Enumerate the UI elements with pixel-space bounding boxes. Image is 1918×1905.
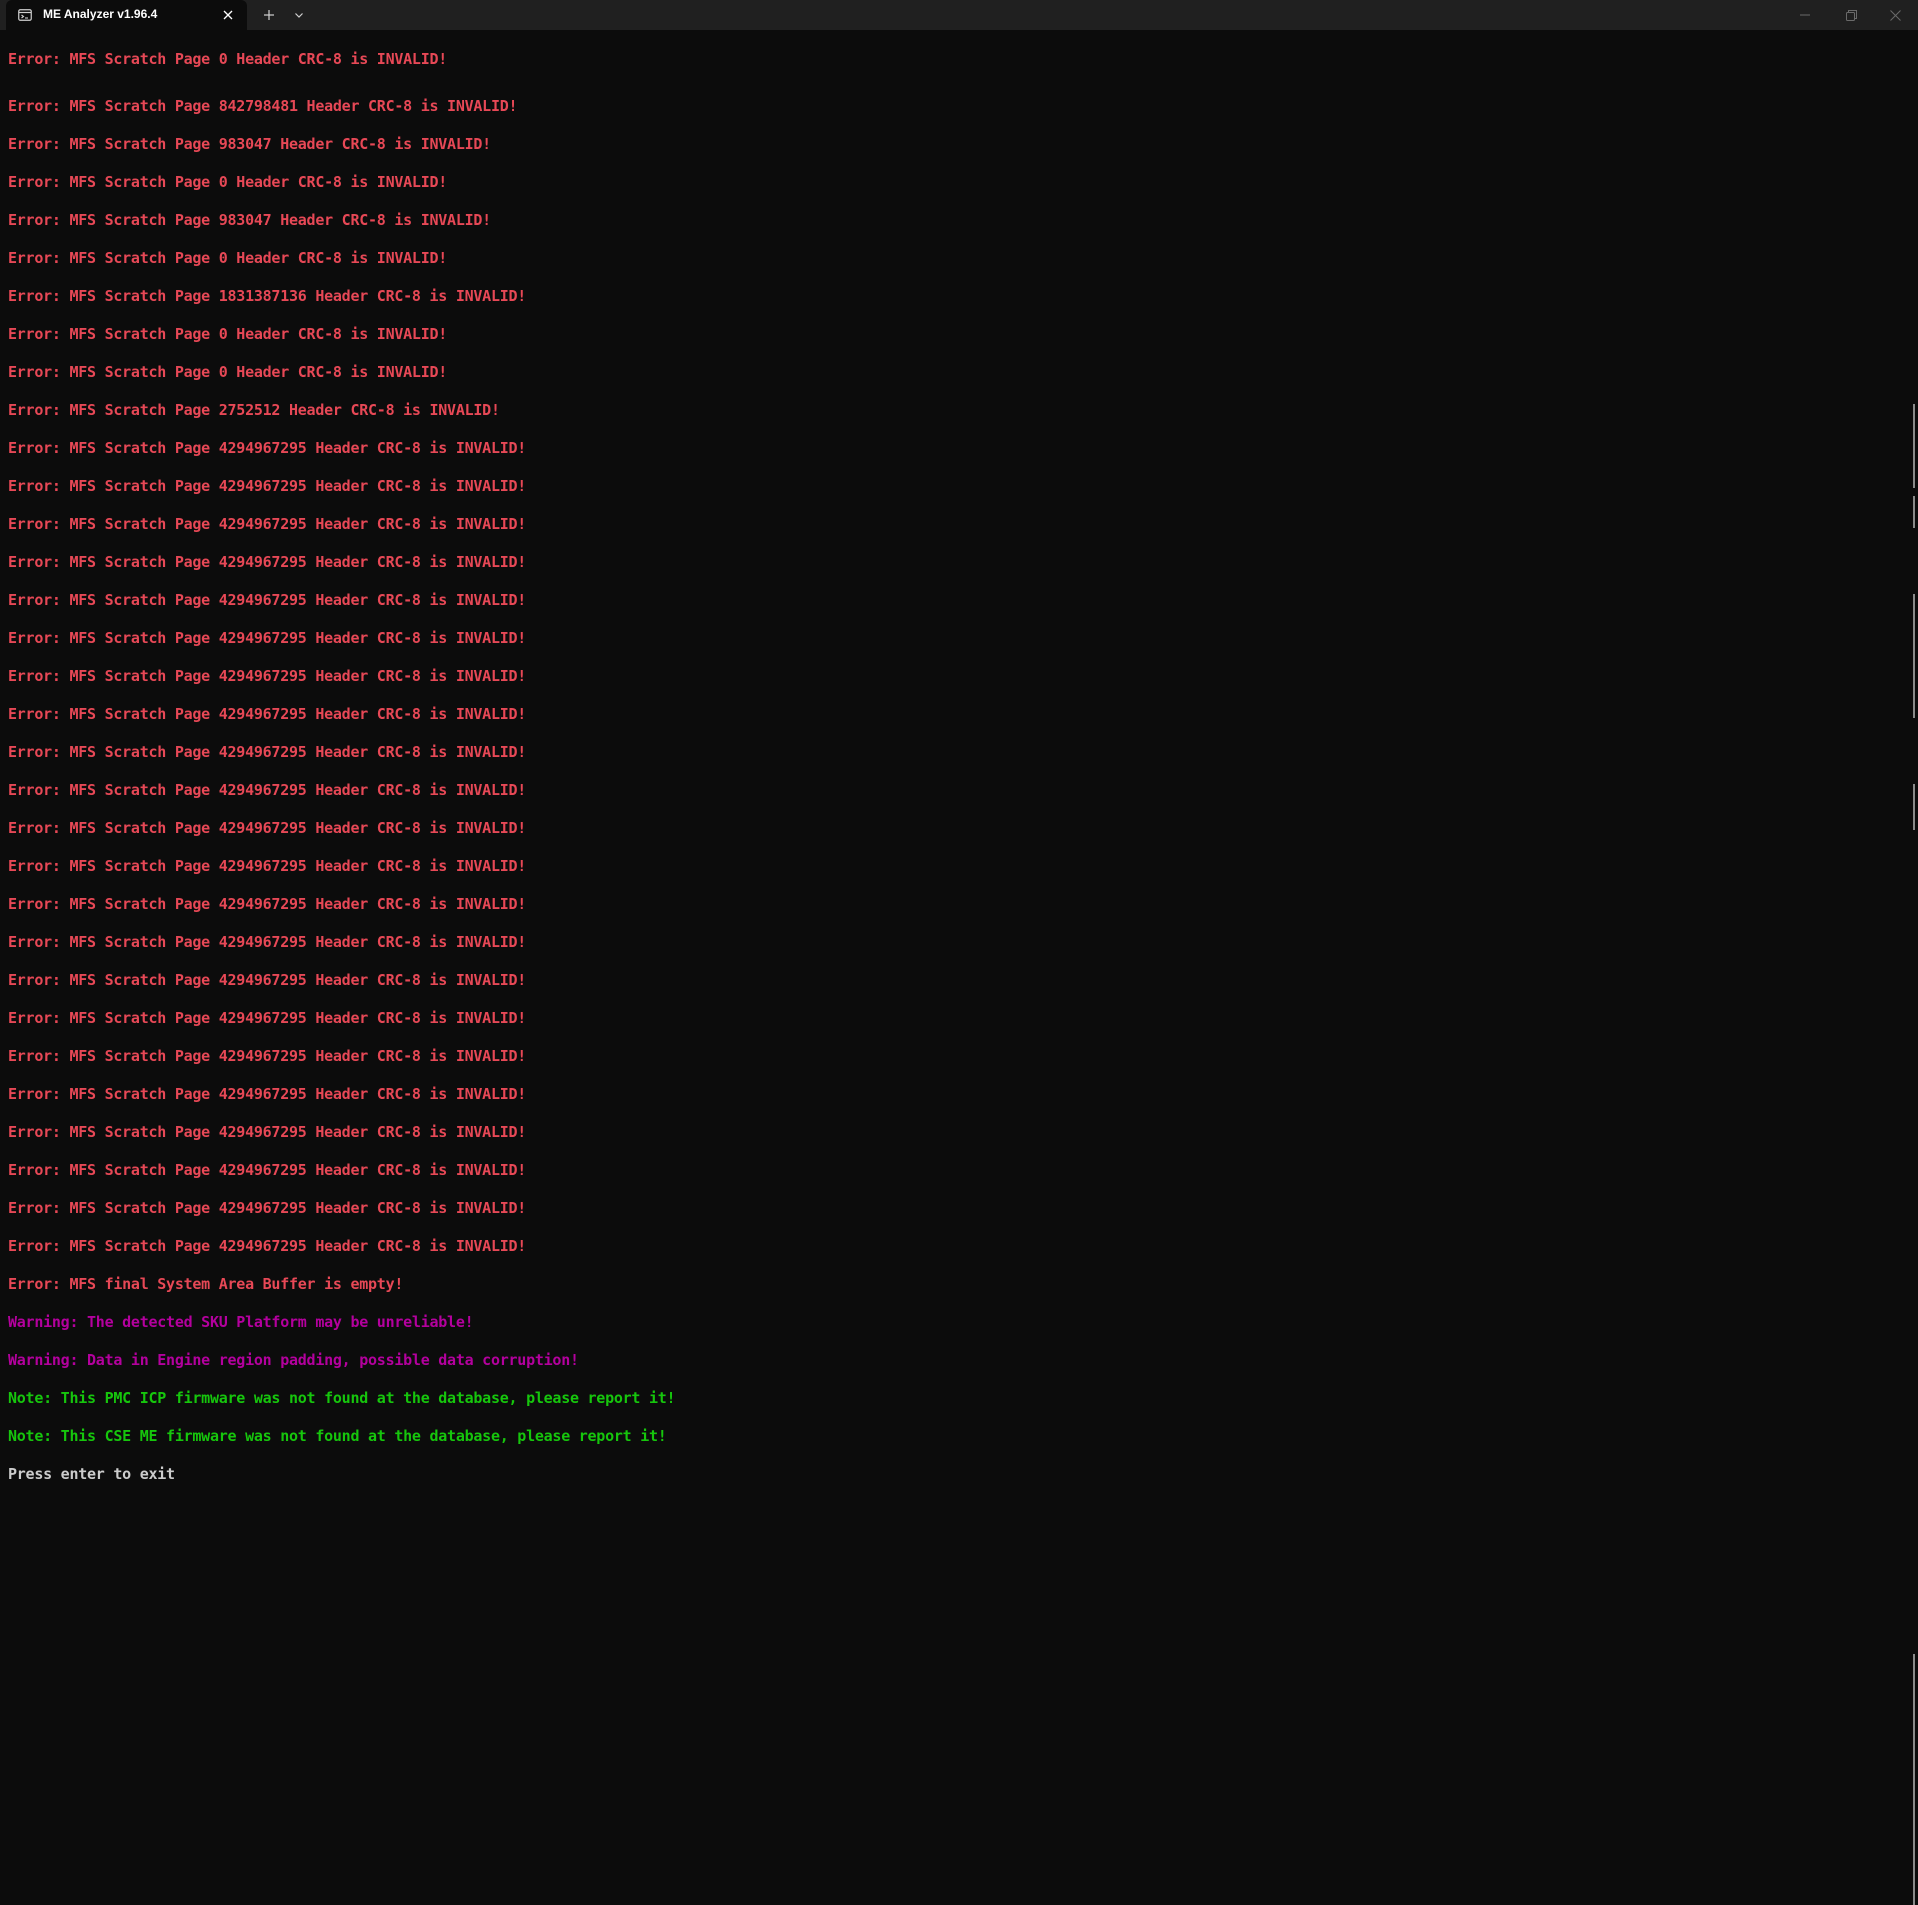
error-line: Error: MFS Scratch Page 4294967295 Heade… — [8, 781, 527, 799]
error-line: Error: MFS Scratch Page 983047 Header CR… — [8, 135, 491, 153]
error-line: Error: MFS Scratch Page 4294967295 Heade… — [8, 971, 527, 989]
error-line: Error: MFS Scratch Page 0 Header CRC-8 i… — [8, 173, 448, 191]
tab-me-analyzer[interactable]: ME Analyzer v1.96.4 — [6, 0, 247, 30]
error-line: Error: MFS Scratch Page 4294967295 Heade… — [8, 1161, 527, 1179]
error-line: Error: MFS Scratch Page 1831387136 Heade… — [8, 287, 527, 305]
scrollbar-mark — [1913, 784, 1915, 830]
terminal-icon — [18, 8, 32, 22]
restore-icon[interactable] — [1828, 0, 1874, 30]
error-line: Error: MFS Scratch Page 2752512 Header C… — [8, 401, 500, 419]
error-line: Error: MFS Scratch Page 4294967295 Heade… — [8, 667, 527, 685]
error-line: Error: MFS Scratch Page 4294967295 Heade… — [8, 629, 527, 647]
close-tab-icon[interactable] — [219, 6, 237, 24]
error-line: Error: MFS Scratch Page 4294967295 Heade… — [8, 895, 527, 913]
error-line: Error: MFS Scratch Page 0 Header CRC-8 i… — [8, 325, 448, 343]
error-line: Error: MFS Scratch Page 842798481 Header… — [8, 97, 518, 115]
error-line: Error: MFS Scratch Page 983047 Header CR… — [8, 211, 491, 229]
minimize-icon[interactable] — [1782, 0, 1828, 30]
prompt-line: Press enter to exit — [8, 1465, 175, 1483]
plus-icon[interactable] — [257, 4, 281, 26]
error-line: Error: MFS Scratch Page 4294967295 Heade… — [8, 515, 527, 533]
title-bar[interactable]: ME Analyzer v1.96.4 — [0, 0, 1918, 30]
note-line: Note: This CSE ME firmware was not found… — [8, 1427, 667, 1445]
note-line: Note: This PMC ICP firmware was not foun… — [8, 1389, 676, 1407]
error-line: Error: MFS Scratch Page 4294967295 Heade… — [8, 477, 527, 495]
warning-line: Warning: Data in Engine region padding, … — [8, 1351, 579, 1369]
console-output[interactable]: Error: MFS Scratch Page 0 Header CRC-8 i… — [8, 49, 1898, 1493]
chevron-down-icon[interactable] — [287, 4, 311, 26]
error-line: Error: MFS Scratch Page 4294967295 Heade… — [8, 743, 527, 761]
scrollbar-thumb[interactable] — [1913, 1654, 1915, 1905]
scrollbar-mark — [1913, 496, 1915, 528]
error-line: Error: MFS Scratch Page 4294967295 Heade… — [8, 933, 527, 951]
error-line: Error: MFS final System Area Buffer is e… — [8, 1275, 404, 1293]
error-line: Error: MFS Scratch Page 0 Header CRC-8 i… — [8, 50, 448, 68]
error-line: Error: MFS Scratch Page 4294967295 Heade… — [8, 705, 527, 723]
error-line: Error: MFS Scratch Page 4294967295 Heade… — [8, 1009, 527, 1027]
error-line: Error: MFS Scratch Page 4294967295 Heade… — [8, 1047, 527, 1065]
error-line: Error: MFS Scratch Page 0 Header CRC-8 i… — [8, 363, 448, 381]
error-line: Error: MFS Scratch Page 4294967295 Heade… — [8, 553, 527, 571]
error-line: Error: MFS Scratch Page 4294967295 Heade… — [8, 1085, 527, 1103]
error-line: Error: MFS Scratch Page 4294967295 Heade… — [8, 1123, 527, 1141]
error-line: Error: MFS Scratch Page 4294967295 Heade… — [8, 1237, 527, 1255]
error-line: Error: MFS Scratch Page 4294967295 Heade… — [8, 591, 527, 609]
tab-title: ME Analyzer v1.96.4 — [43, 7, 158, 21]
error-line: Error: MFS Scratch Page 0 Header CRC-8 i… — [8, 249, 448, 267]
scrollbar-mark — [1913, 594, 1915, 718]
error-line: Error: MFS Scratch Page 4294967295 Heade… — [8, 857, 527, 875]
error-line: Error: MFS Scratch Page 4294967295 Heade… — [8, 439, 527, 457]
scrollbar-mark — [1913, 404, 1915, 488]
error-line: Error: MFS Scratch Page 4294967295 Heade… — [8, 1199, 527, 1217]
error-line: Error: MFS Scratch Page 4294967295 Heade… — [8, 819, 527, 837]
warning-line: Warning: The detected SKU Platform may b… — [8, 1313, 474, 1331]
terminal-window: ME Analyzer v1.96.4 Error: MFS Scratch P… — [0, 0, 1918, 1905]
close-window-icon[interactable] — [1872, 0, 1918, 30]
